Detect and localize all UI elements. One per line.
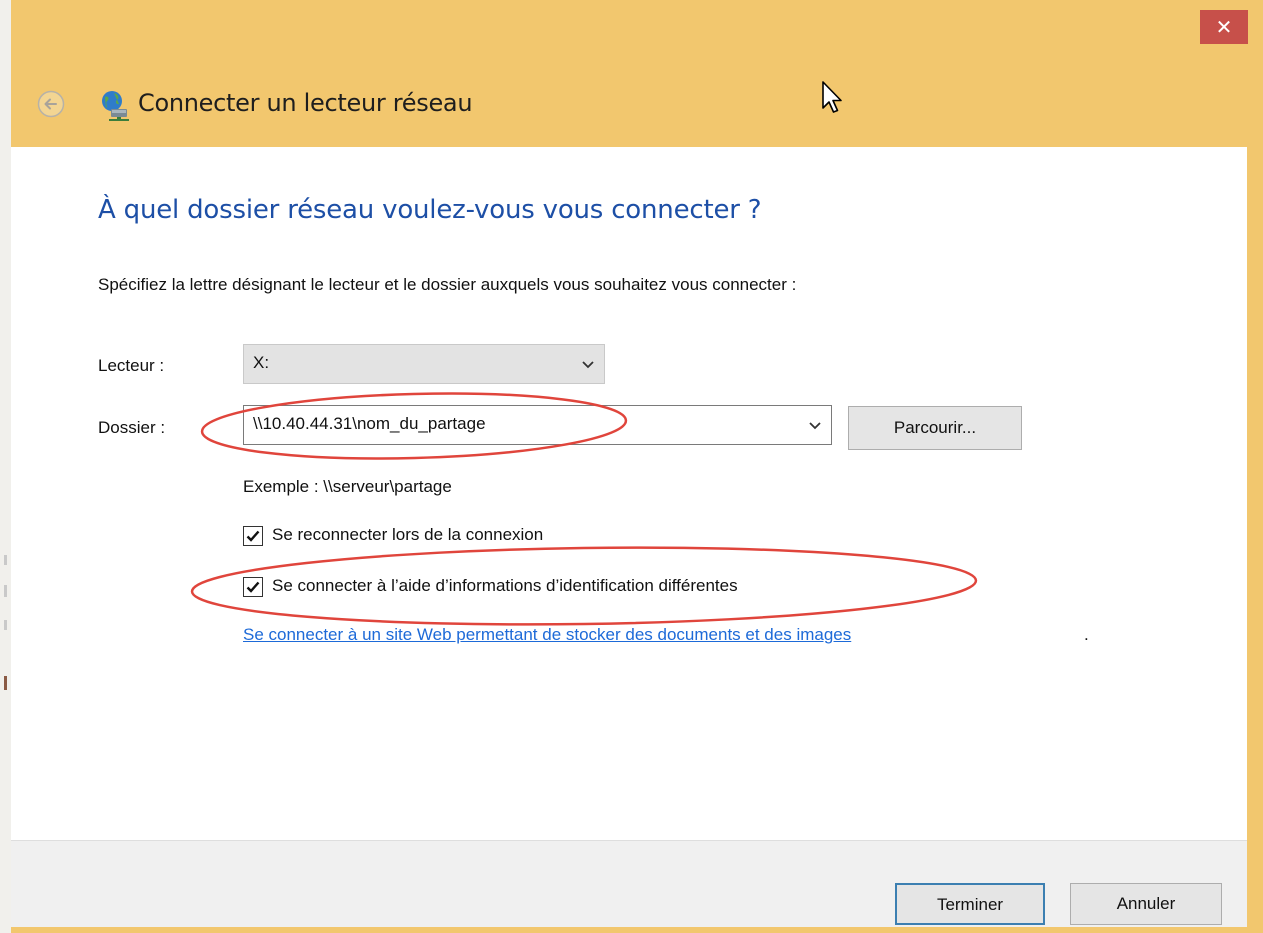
page-heading: À quel dossier réseau voulez-vous vous c… xyxy=(98,195,762,225)
mouse-pointer-icon xyxy=(821,80,847,118)
close-button[interactable]: ✕ xyxy=(1200,10,1248,44)
link-punctuation: . xyxy=(1084,625,1089,644)
lecteur-label: Lecteur : xyxy=(98,356,165,375)
website-storage-link[interactable]: Se connecter à un site Web permettant de… xyxy=(243,625,851,645)
wizard-content: À quel dossier réseau voulez-vous vous c… xyxy=(11,147,1247,840)
drive-letter-select[interactable]: X: xyxy=(243,344,605,384)
instruction-text: Spécifiez la lettre désignant le lecteur… xyxy=(98,275,797,294)
drive-letter-value: X: xyxy=(253,353,270,372)
reconnect-label[interactable]: Se reconnecter lors de la connexion xyxy=(272,525,543,545)
browse-button[interactable]: Parcourir... xyxy=(848,406,1022,450)
cancel-button[interactable]: Annuler xyxy=(1070,883,1222,925)
reconnect-checkbox[interactable] xyxy=(243,526,263,546)
background-strip xyxy=(0,0,11,933)
example-text: Exemple : \\serveur\partage xyxy=(243,477,452,496)
network-drive-icon xyxy=(97,88,131,122)
back-arrow-icon xyxy=(37,90,65,118)
dossier-label: Dossier : xyxy=(98,418,166,437)
background-tick xyxy=(4,620,7,630)
back-button[interactable] xyxy=(36,89,66,119)
checkmark-icon xyxy=(246,530,260,542)
chevron-down-icon xyxy=(582,361,594,369)
wizard-footer: Terminer Annuler xyxy=(11,840,1247,927)
checkmark-icon xyxy=(246,581,260,593)
background-tick xyxy=(4,676,7,690)
background-tick xyxy=(4,585,7,597)
map-network-drive-window: ✕ Connecter un lecteur réseau À quel dos… xyxy=(0,0,1263,933)
window-title: Connecter un lecteur réseau xyxy=(138,89,473,117)
finish-button[interactable]: Terminer xyxy=(895,883,1045,925)
different-credentials-label[interactable]: Se connecter à l’aide d’informations d’i… xyxy=(272,576,738,596)
different-credentials-checkbox[interactable] xyxy=(243,577,263,597)
folder-input[interactable]: \\10.40.44.31\nom_du_partage xyxy=(243,405,832,445)
chevron-down-icon[interactable] xyxy=(807,417,823,433)
folder-value: \\10.40.44.31\nom_du_partage xyxy=(253,414,486,433)
close-icon: ✕ xyxy=(1215,15,1233,39)
background-tick xyxy=(4,555,7,565)
